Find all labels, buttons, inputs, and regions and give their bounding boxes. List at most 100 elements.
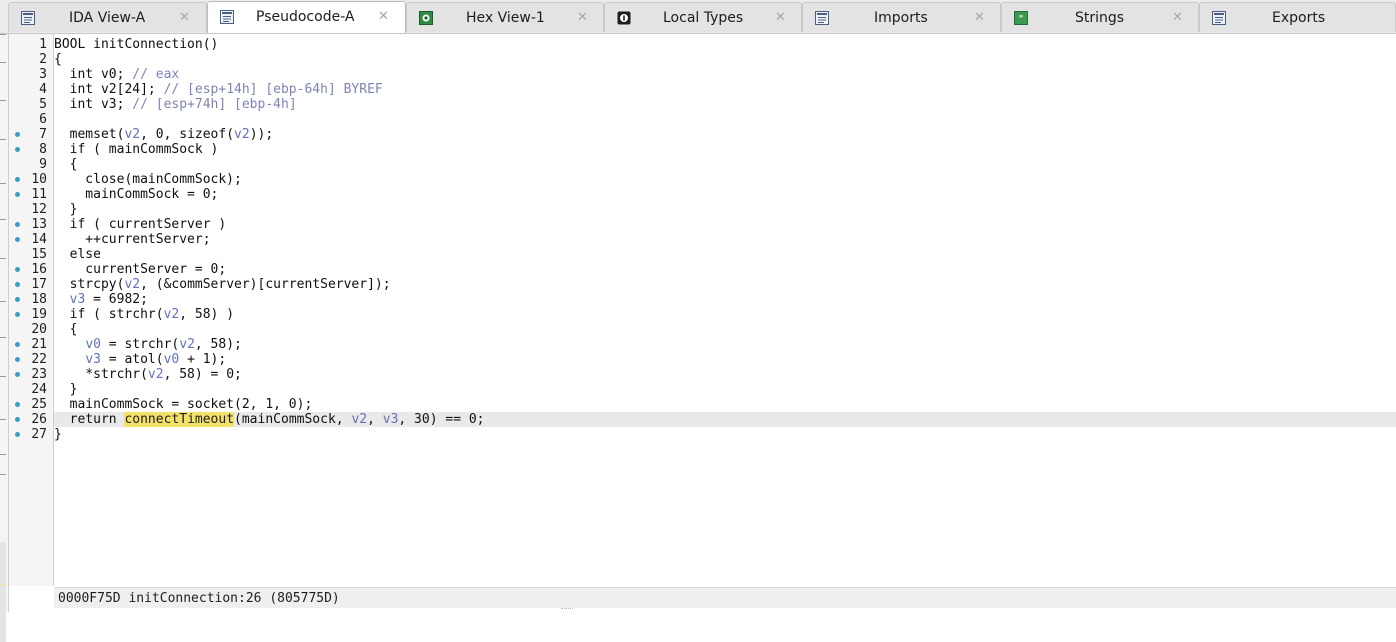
tab-exports[interactable]: Exports	[1199, 2, 1396, 32]
gutter-line: 19	[9, 307, 53, 322]
code-line[interactable]: strcpy(v2, (&commServer)[currentServer])…	[54, 277, 1396, 292]
strip-current-marker	[0, 584, 6, 586]
tab-label: Local Types	[663, 10, 744, 26]
line-number: 18	[31, 292, 47, 307]
code-line[interactable]: {	[54, 322, 1396, 337]
code-token: memset(	[54, 127, 125, 142]
code-line[interactable]: int v2[24]; // [esp+14h] [ebp-64h] BYREF	[54, 82, 1396, 97]
breakpoint-dot-icon[interactable]	[15, 432, 20, 437]
line-number: 23	[31, 367, 47, 382]
close-icon[interactable]: ✕	[1172, 3, 1183, 33]
line-number: 6	[39, 112, 47, 127]
close-icon[interactable]: ✕	[378, 2, 389, 32]
breakpoint-dot-icon[interactable]	[15, 312, 20, 317]
code-line[interactable]: v3 = 6982;	[54, 292, 1396, 307]
strip-mark	[0, 474, 6, 475]
line-number: 16	[31, 262, 47, 277]
close-icon[interactable]: ✕	[974, 3, 985, 33]
breakpoint-dot-icon[interactable]	[15, 297, 20, 302]
gutter-line: 5	[9, 97, 53, 112]
line-number: 21	[31, 337, 47, 352]
navigation-strip[interactable]	[0, 34, 9, 642]
code-line[interactable]: close(mainCommSock);	[54, 172, 1396, 187]
tab-pseudocode-a[interactable]: Pseudocode-A ✕	[207, 1, 406, 33]
code-line[interactable]: {	[54, 52, 1396, 67]
code-token: , 30) == 0;	[398, 412, 485, 427]
code-token: ++currentServer;	[54, 232, 211, 247]
code-token: *strchr(	[54, 367, 148, 382]
code-line[interactable]: int v0; // eax	[54, 67, 1396, 82]
breakpoint-dot-icon[interactable]	[15, 192, 20, 197]
tab-bar: IDA View-A ✕ Pseudocode-A ✕ Hex View-1 ✕…	[0, 0, 1396, 34]
close-icon[interactable]: ✕	[179, 3, 190, 33]
code-line[interactable]: v3 = atol(v0 + 1);	[54, 352, 1396, 367]
breakpoint-dot-icon[interactable]	[15, 132, 20, 137]
code-variable: v2	[163, 307, 180, 322]
code-line[interactable]: }	[54, 382, 1396, 397]
tab-label: Hex View-1	[466, 10, 545, 26]
breakpoint-dot-icon[interactable]	[15, 417, 20, 422]
gutter-line: 6	[9, 112, 53, 127]
code-line[interactable]	[54, 112, 1396, 127]
breakpoint-dot-icon[interactable]	[15, 267, 20, 272]
code-token: , 58);	[194, 337, 242, 352]
code-token: mainCommSock = socket(2, 1, 0);	[54, 397, 313, 412]
code-line[interactable]: }	[54, 202, 1396, 217]
breakpoint-dot-icon[interactable]	[15, 342, 20, 347]
line-number: 10	[31, 172, 47, 187]
code-line[interactable]: ++currentServer;	[54, 232, 1396, 247]
code-line[interactable]: {	[54, 157, 1396, 172]
code-line[interactable]: int v3; // [esp+74h] [ebp-4h]	[54, 97, 1396, 112]
code-token: {	[54, 52, 62, 67]
code-line[interactable]: if ( strchr(v2, 58) )	[54, 307, 1396, 322]
line-number: 9	[39, 157, 47, 172]
close-icon[interactable]: ✕	[775, 3, 786, 33]
tab-label: IDA View-A	[69, 10, 146, 26]
breakpoint-dot-icon[interactable]	[15, 147, 20, 152]
code-token: = strchr(	[100, 337, 180, 352]
line-number: 26	[31, 412, 47, 427]
code-line[interactable]: memset(v2, 0, sizeof(v2));	[54, 127, 1396, 142]
code-token: if ( strchr(	[54, 307, 164, 322]
code-token: , 58) = 0;	[163, 367, 242, 382]
gutter-line: 22	[9, 352, 53, 367]
tab-label: Exports	[1272, 10, 1326, 26]
line-number: 12	[31, 202, 47, 217]
code-line[interactable]: return connectTimeout(mainCommSock, v2 , …	[54, 412, 1396, 427]
code-token: {	[54, 157, 78, 172]
breakpoint-dot-icon[interactable]	[15, 402, 20, 407]
breakpoint-dot-icon[interactable]	[15, 357, 20, 362]
tab-imports[interactable]: Imports ✕	[802, 2, 1001, 32]
code-line[interactable]: if ( currentServer )	[54, 217, 1396, 232]
pseudocode-view[interactable]: BOOL initConnection(){ int v0; // eax in…	[54, 34, 1396, 586]
tab-local-types[interactable]: Local Types ✕	[604, 2, 802, 32]
breakpoint-dot-icon[interactable]	[15, 282, 20, 287]
code-line[interactable]: currentServer = 0;	[54, 262, 1396, 277]
code-token: = atol(	[100, 352, 164, 367]
line-number: 24	[31, 382, 47, 397]
close-icon[interactable]: ✕	[577, 3, 588, 33]
code-line[interactable]: v0 = strchr(v2, 58);	[54, 337, 1396, 352]
code-line[interactable]: *strchr(v2, 58) = 0;	[54, 367, 1396, 382]
code-line[interactable]: mainCommSock = socket(2, 1, 0);	[54, 397, 1396, 412]
code-line[interactable]: BOOL initConnection()	[54, 37, 1396, 52]
breakpoint-dot-icon[interactable]	[15, 177, 20, 182]
code-line[interactable]: }	[54, 427, 1396, 442]
gutter-line: 18	[9, 292, 53, 307]
code-line[interactable]: if ( mainCommSock )	[54, 142, 1396, 157]
code-line[interactable]: mainCommSock = 0;	[54, 187, 1396, 202]
gutter-line: 17	[9, 277, 53, 292]
breakpoint-dot-icon[interactable]	[15, 237, 20, 242]
strip-region	[0, 542, 6, 642]
tab-ida-view-a[interactable]: IDA View-A ✕	[8, 2, 207, 32]
code-variable: v0	[85, 337, 101, 352]
breakpoint-dot-icon[interactable]	[15, 222, 20, 227]
tab-strings[interactable]: " Strings ✕	[1001, 2, 1199, 32]
tab-hex-view-1[interactable]: Hex View-1 ✕	[406, 2, 604, 32]
resize-grip[interactable]	[561, 608, 573, 612]
strip-mark	[0, 139, 6, 140]
breakpoint-dot-icon[interactable]	[15, 372, 20, 377]
code-line[interactable]: else	[54, 247, 1396, 262]
